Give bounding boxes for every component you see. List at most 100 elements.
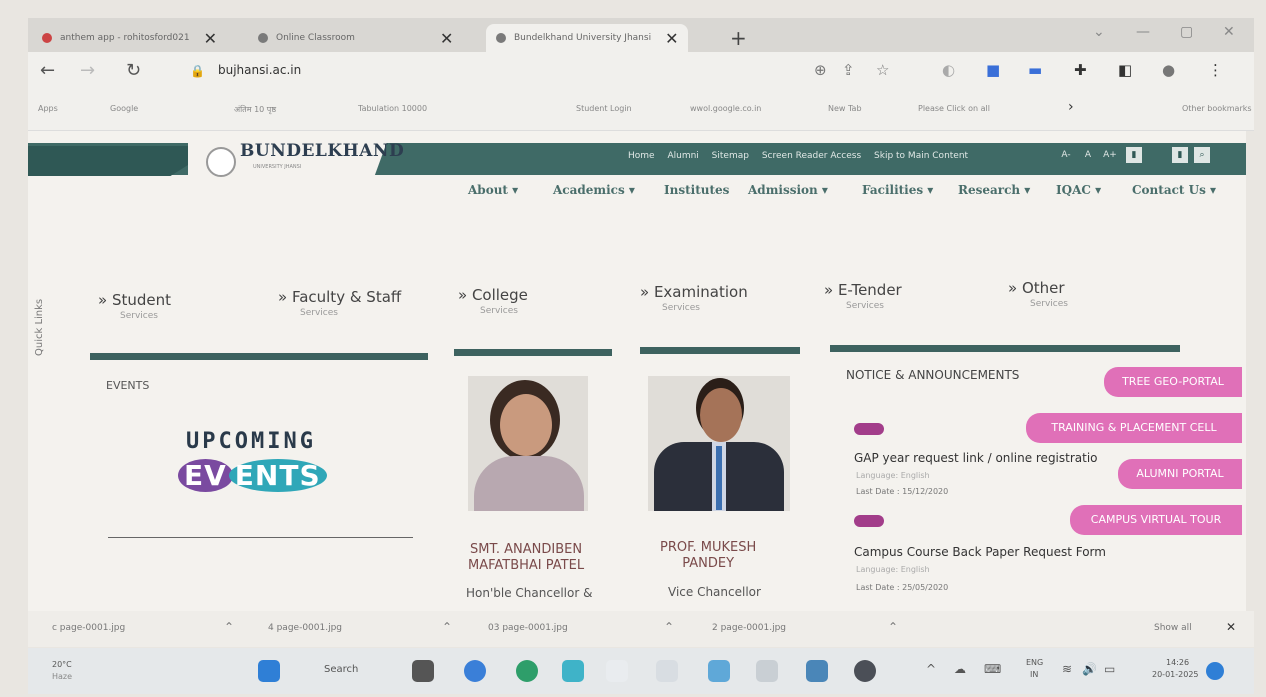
service-college[interactable]: » College Services: [458, 286, 528, 316]
taskbar-search[interactable]: Search: [324, 664, 358, 675]
sidepanel-icon[interactable]: ◧: [1118, 61, 1132, 79]
clock-time[interactable]: 14:26: [1166, 658, 1189, 667]
logo-name[interactable]: BUNDELKHAND: [240, 141, 404, 161]
chevron-up-icon[interactable]: ⌃: [888, 620, 898, 634]
volume-icon[interactable]: 🔊: [1082, 662, 1097, 676]
translate-icon[interactable]: ⊕: [814, 61, 827, 79]
close-window-icon[interactable]: ✕: [1223, 24, 1235, 40]
chevron-up-icon[interactable]: ⌃: [224, 620, 234, 634]
app-icon[interactable]: [806, 660, 828, 682]
show-all-downloads[interactable]: Show all: [1154, 623, 1192, 633]
tab-online-classroom[interactable]: Online Classroom ✕: [258, 24, 453, 52]
font-increase[interactable]: A+: [1102, 147, 1118, 163]
menu-icon[interactable]: ⋮: [1208, 61, 1223, 79]
search-icon[interactable]: ⌕: [1194, 147, 1210, 163]
menu-contact[interactable]: Contact Us ▾: [1132, 183, 1216, 197]
files-icon[interactable]: [756, 660, 778, 682]
url-field[interactable]: bujhansi.ac.in: [218, 63, 301, 77]
star-icon[interactable]: ☆: [876, 61, 889, 79]
bookmark-google-co-in[interactable]: wwol.google.co.in: [690, 104, 761, 113]
chevron-right-icon[interactable]: ›: [1068, 99, 1074, 115]
extension-icon[interactable]: ◐: [942, 61, 955, 79]
download-item[interactable]: 4 page-0001.jpg: [268, 623, 342, 633]
tray-app-icon[interactable]: ☁: [954, 662, 966, 676]
link-skip-content[interactable]: Skip to Main Content: [874, 151, 968, 161]
wifi-icon[interactable]: ≋: [1062, 662, 1072, 676]
upcoming-events-logo[interactable]: EV ENTS: [178, 459, 327, 492]
menu-iqac[interactable]: IQAC ▾: [1056, 183, 1101, 197]
share-icon[interactable]: ⇪: [842, 61, 855, 79]
bookmark-new-tab[interactable]: New Tab: [828, 104, 862, 113]
minimize-icon[interactable]: —: [1136, 24, 1150, 40]
link-sitemap[interactable]: Sitemap: [712, 151, 749, 161]
download-item[interactable]: 2 page-0001.jpg: [712, 623, 786, 633]
store-icon[interactable]: [562, 660, 584, 682]
puzzle-icon[interactable]: ✚: [1074, 61, 1087, 79]
menu-academics[interactable]: Academics ▾: [553, 183, 635, 197]
photos-icon[interactable]: [708, 660, 730, 682]
service-etender[interactable]: » E-Tender Services: [824, 281, 902, 311]
menu-institutes[interactable]: Institutes: [664, 183, 729, 197]
menu-facilities[interactable]: Facilities ▾: [862, 183, 933, 197]
tab-bundelkhand[interactable]: Bundelkhand University Jhansi ✕: [486, 24, 689, 52]
edge-icon[interactable]: [464, 660, 486, 682]
link-alumni[interactable]: Alumni: [667, 151, 698, 161]
download-item[interactable]: c page-0001.jpg: [52, 623, 125, 633]
link-home[interactable]: Home: [628, 151, 655, 161]
training-placement-button[interactable]: TRAINING & PLACEMENT CELL: [1026, 413, 1242, 443]
app-icon[interactable]: [656, 660, 678, 682]
close-tab-icon[interactable]: ✕: [665, 29, 678, 48]
weather-temp[interactable]: 20°C: [52, 660, 72, 669]
close-tab-icon[interactable]: ✕: [204, 29, 217, 48]
language-indicator[interactable]: ENG: [1026, 658, 1043, 667]
service-student[interactable]: » Student Services: [98, 291, 171, 321]
font-decrease[interactable]: A-: [1058, 147, 1074, 163]
menu-about[interactable]: About ▾: [468, 183, 518, 197]
extension-icon[interactable]: ▬: [1028, 61, 1042, 79]
app-icon[interactable]: [854, 660, 876, 682]
service-examination[interactable]: » Examination Services: [640, 283, 748, 313]
service-other[interactable]: » Other Services: [1008, 279, 1068, 309]
tab-anthem[interactable]: anthem app - rohitosford021 ✕: [42, 24, 217, 52]
battery-icon[interactable]: ▭: [1104, 662, 1115, 676]
extension-icon[interactable]: ■: [986, 61, 1000, 79]
bookmark-tabulation[interactable]: Tabulation 10000: [358, 104, 427, 113]
chrome-icon[interactable]: [516, 660, 538, 682]
university-seal-icon[interactable]: [206, 147, 236, 177]
notice-title[interactable]: Campus Course Back Paper Request Form: [854, 545, 1106, 559]
forward-icon[interactable]: →: [80, 60, 95, 81]
bookmark-google[interactable]: Google: [110, 104, 138, 113]
tray-chevron-icon[interactable]: ^: [926, 662, 936, 676]
bookmark-hindi[interactable]: अंतिम 10 पृष्ठ: [234, 104, 276, 115]
task-view-icon[interactable]: [412, 660, 434, 682]
close-tab-icon[interactable]: ✕: [440, 29, 453, 48]
alumni-portal-button[interactable]: ALUMNI PORTAL: [1118, 459, 1242, 489]
link-screen-reader[interactable]: Screen Reader Access: [762, 151, 861, 161]
menu-admission[interactable]: Admission ▾: [748, 183, 828, 197]
reload-icon[interactable]: ↻: [126, 60, 141, 81]
campus-virtual-tour-button[interactable]: CAMPUS VIRTUAL TOUR: [1070, 505, 1242, 535]
other-bookmarks[interactable]: Other bookmarks: [1182, 104, 1252, 113]
back-icon[interactable]: ←: [40, 60, 55, 81]
bookmark-apps[interactable]: Apps: [38, 104, 58, 113]
keyboard-icon[interactable]: ⌨: [984, 662, 1001, 676]
menu-research[interactable]: Research ▾: [958, 183, 1030, 197]
chevron-up-icon[interactable]: ⌃: [664, 620, 674, 634]
app-icon[interactable]: [606, 660, 628, 682]
chevron-up-icon[interactable]: ⌃: [442, 620, 452, 634]
notification-icon[interactable]: [1206, 662, 1224, 680]
maximize-icon[interactable]: ▢: [1180, 24, 1193, 40]
contrast-dark-icon[interactable]: ▮: [1172, 147, 1188, 163]
tree-geo-portal-button[interactable]: TREE GEO-PORTAL: [1104, 367, 1242, 397]
bookmark-student-login[interactable]: Student Login: [576, 104, 632, 113]
start-icon[interactable]: [258, 660, 280, 682]
close-icon[interactable]: ✕: [1226, 620, 1236, 634]
new-tab-icon[interactable]: +: [730, 26, 747, 50]
notice-title[interactable]: GAP year request link / online registrat…: [854, 451, 1098, 465]
bookmark-please-click[interactable]: Please Click on all: [918, 104, 990, 113]
service-faculty[interactable]: » Faculty & Staff Services: [278, 288, 401, 318]
chevron-down-icon[interactable]: ⌄: [1093, 24, 1105, 40]
contrast-icon[interactable]: ▮: [1126, 147, 1142, 163]
font-normal[interactable]: A: [1080, 147, 1096, 163]
download-item[interactable]: 03 page-0001.jpg: [488, 623, 568, 633]
